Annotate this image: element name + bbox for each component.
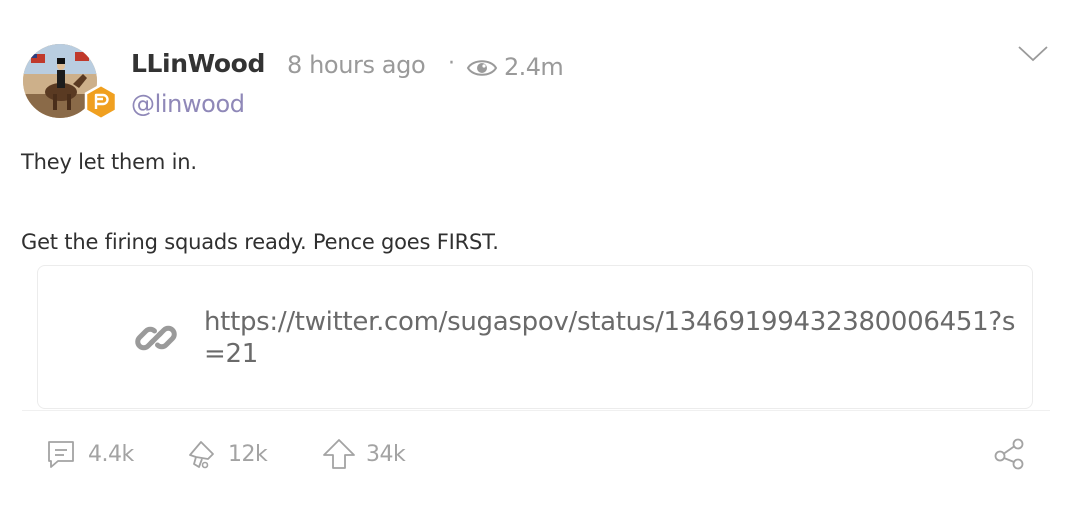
post-text-line: Get the firing squads ready. Pence goes … xyxy=(21,230,499,254)
link-url[interactable]: https://twitter.com/sugaspov/status/1346… xyxy=(204,306,1032,370)
post-time: 8 hours ago xyxy=(287,51,426,79)
link-preview-card[interactable]: https://twitter.com/sugaspov/status/1346… xyxy=(37,265,1033,409)
eye-icon xyxy=(466,60,498,76)
echo-button[interactable]: 12k xyxy=(184,436,268,472)
share-icon[interactable] xyxy=(992,437,1026,471)
username[interactable]: LLinWood xyxy=(131,49,265,78)
upvote-count: 34k xyxy=(366,441,406,467)
echo-count: 12k xyxy=(228,441,268,467)
comment-icon xyxy=(48,441,74,468)
divider xyxy=(22,410,1050,411)
echo-icon xyxy=(189,441,214,469)
upvote-icon xyxy=(323,439,355,469)
comment-count: 4.4k xyxy=(88,441,134,467)
post-text-line: They let them in. xyxy=(21,150,197,174)
parler-badge-icon xyxy=(82,83,120,121)
link-icon xyxy=(135,325,177,351)
comment-button[interactable]: 4.4k xyxy=(44,436,134,472)
chevron-down-icon[interactable] xyxy=(1017,44,1049,64)
user-handle[interactable]: @linwood xyxy=(131,90,245,118)
meta-separator: · xyxy=(448,51,455,76)
view-count: 2.4m xyxy=(504,53,564,81)
upvote-button[interactable]: 34k xyxy=(322,436,406,472)
